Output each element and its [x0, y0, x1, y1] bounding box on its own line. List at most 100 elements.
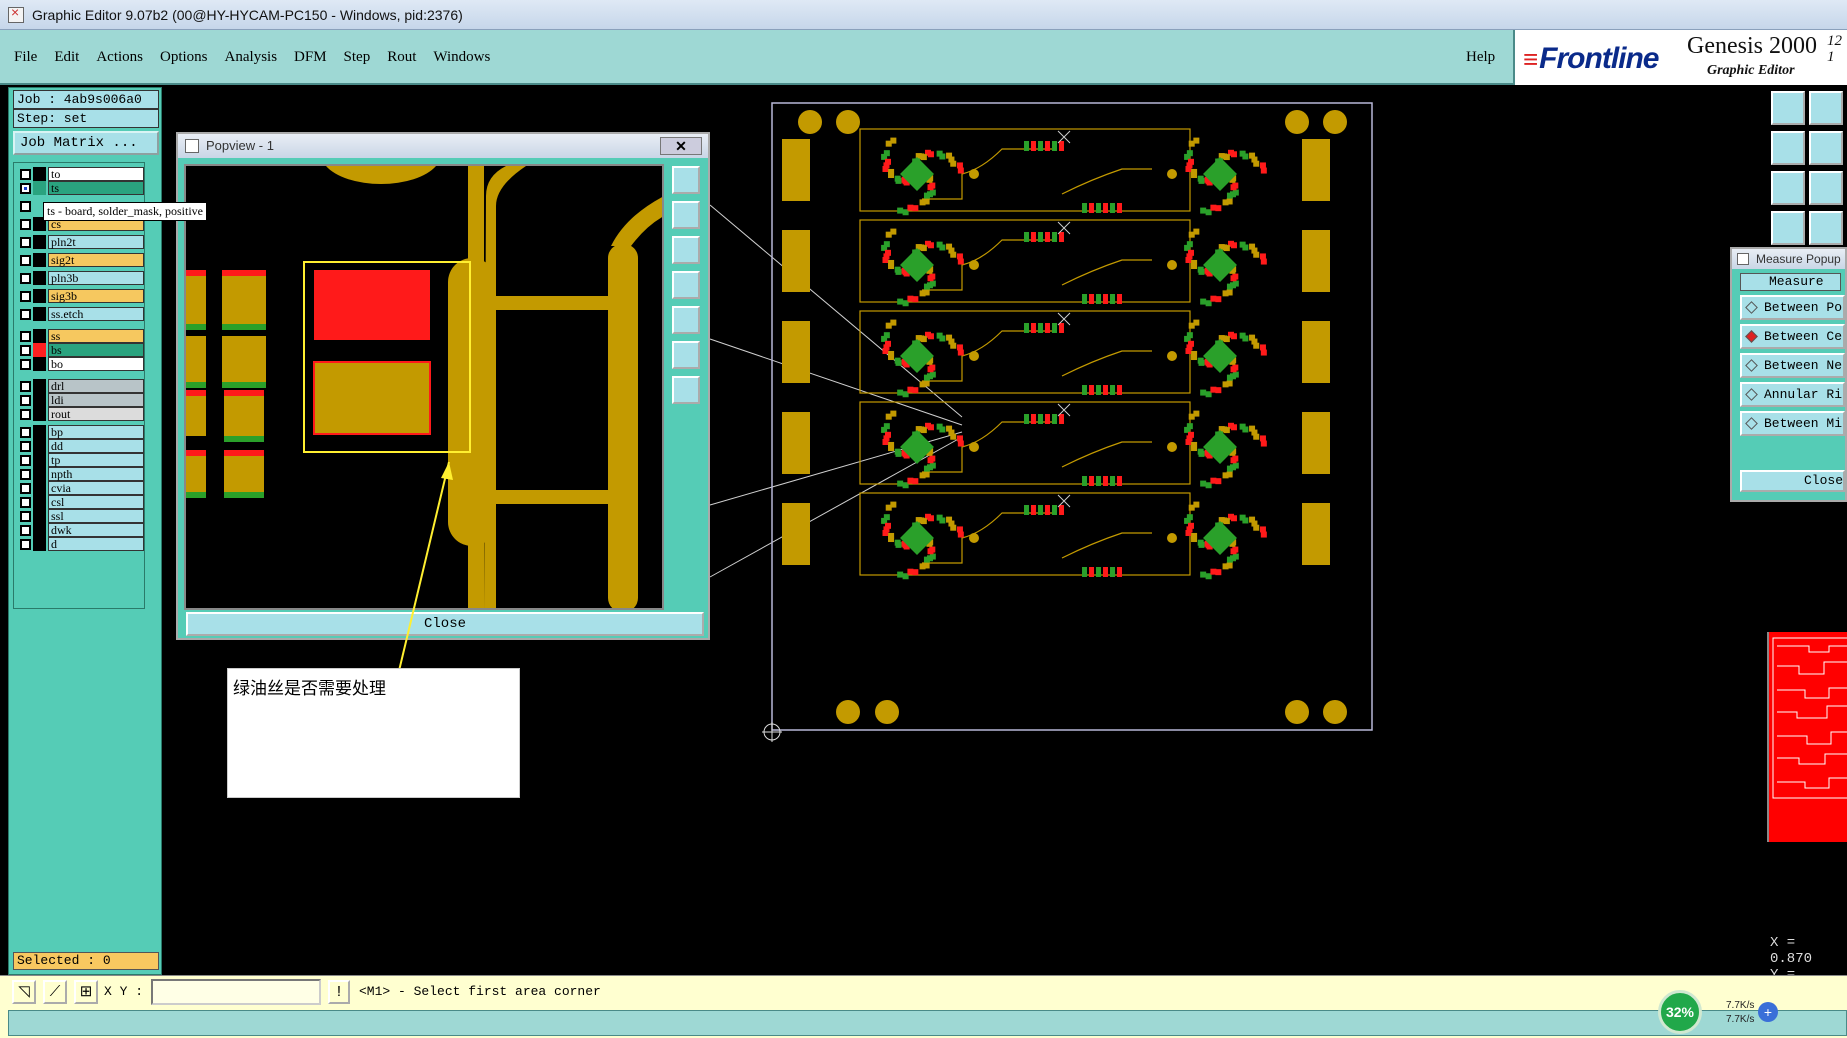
grid-icon[interactable]	[1809, 211, 1843, 245]
menu-step[interactable]: Step	[344, 49, 371, 66]
layer-checkbox[interactable]	[20, 524, 31, 536]
layer-row[interactable]: bs	[16, 343, 144, 357]
smd-pad	[950, 342, 957, 349]
layer-row[interactable]: tp	[16, 453, 144, 467]
layer-checkbox[interactable]	[20, 496, 31, 508]
xy-input[interactable]	[151, 979, 321, 1005]
network-speed-widget[interactable]: 32% 7.7K/s 7.7K/s +	[1658, 990, 1780, 1034]
smd-pad	[1200, 207, 1207, 214]
pan-down-icon[interactable]	[672, 236, 700, 264]
layer-checkbox[interactable]	[20, 482, 31, 494]
layer-row[interactable]: to	[16, 167, 144, 181]
layer-row[interactable]: npth	[16, 467, 144, 481]
layer-checkbox[interactable]	[20, 290, 31, 302]
layer-checkbox[interactable]	[20, 168, 31, 180]
layer-checkbox[interactable]	[20, 510, 31, 522]
popview-canvas[interactable]	[184, 164, 664, 610]
edge-pad	[782, 412, 810, 474]
layer-row[interactable]: bp	[16, 425, 144, 439]
layer-checkbox[interactable]	[20, 538, 31, 550]
layer-row[interactable]: ssl	[16, 509, 144, 523]
menu-actions[interactable]: Actions	[96, 49, 143, 66]
measure-close-button[interactable]: Close	[1740, 470, 1845, 492]
layer-checkbox[interactable]	[20, 200, 31, 212]
measure-icon[interactable]	[1771, 211, 1805, 245]
layer-checkbox[interactable]	[20, 426, 31, 438]
layer-row[interactable]: csl	[16, 495, 144, 509]
pan-right-icon[interactable]	[672, 306, 700, 334]
layer-row[interactable]: sig3b	[16, 289, 144, 303]
layer-checkbox[interactable]	[20, 468, 31, 480]
layer-checkbox[interactable]	[20, 330, 31, 342]
layer-checkbox[interactable]	[20, 272, 31, 284]
menu-options[interactable]: Options	[160, 49, 208, 66]
measure-option[interactable]: Between Ne	[1740, 353, 1845, 378]
smd-pad	[883, 514, 890, 521]
layer-checkbox[interactable]	[20, 440, 31, 452]
layer-checkbox[interactable]	[20, 380, 31, 392]
menu-edit[interactable]: Edit	[54, 49, 79, 66]
view-down-icon[interactable]	[1809, 91, 1843, 125]
layer-checkbox[interactable]	[20, 344, 31, 356]
layer-checkbox[interactable]	[20, 394, 31, 406]
layer-row[interactable]: drl	[16, 379, 144, 393]
layer-row[interactable]: rout	[16, 407, 144, 421]
menu-windows[interactable]: Windows	[433, 49, 490, 66]
view-up-icon[interactable]	[1771, 91, 1805, 125]
minimap[interactable]	[1767, 632, 1847, 842]
view-right-icon[interactable]	[1809, 131, 1843, 165]
menu-help[interactable]: Help	[1466, 49, 1495, 66]
measure-option[interactable]: Between Mi	[1740, 411, 1845, 436]
zoom-in-icon[interactable]	[1771, 171, 1805, 205]
layer-row[interactable]: ss	[16, 329, 144, 343]
pan-up-icon[interactable]	[672, 201, 700, 229]
snap-grid-icon[interactable]: ⊞	[74, 980, 98, 1004]
menu-file[interactable]: File	[14, 49, 37, 66]
menu-rout[interactable]: Rout	[387, 49, 416, 66]
layer-checkbox[interactable]	[20, 218, 31, 230]
pan-left-icon[interactable]	[672, 271, 700, 299]
layer-row[interactable]: cvia	[16, 481, 144, 495]
zoom-fit-icon[interactable]	[672, 166, 700, 194]
layer-row[interactable]: ss.etch	[16, 307, 144, 321]
layer-row[interactable]: bo	[16, 357, 144, 371]
layer-checkbox[interactable]	[20, 408, 31, 420]
select-tool-icon[interactable]: ◹	[12, 980, 36, 1004]
resistor-pad	[1024, 232, 1029, 242]
layer-row[interactable]: sig2t	[16, 253, 144, 267]
popview-close-button[interactable]: Close	[186, 612, 704, 636]
layer-row[interactable]: pln3b	[16, 271, 144, 285]
layer-checkbox[interactable]	[20, 358, 31, 370]
zoom-in-icon[interactable]	[672, 341, 700, 369]
resistor-pad	[1052, 505, 1057, 515]
layer-checkbox[interactable]	[20, 454, 31, 466]
info-icon[interactable]: !	[328, 980, 350, 1004]
plus-icon[interactable]: +	[1758, 1002, 1778, 1022]
measure-tool-icon[interactable]: ⟋	[43, 980, 67, 1004]
measure-option[interactable]: Annular Ri	[1740, 382, 1845, 407]
layer-checkbox[interactable]	[20, 236, 31, 248]
menu-dfm[interactable]: DFM	[294, 49, 327, 66]
measure-option[interactable]: Between Po	[1740, 295, 1845, 320]
zoom-out-icon[interactable]	[1809, 171, 1843, 205]
layer-row[interactable]: d	[16, 537, 144, 551]
job-matrix-button[interactable]: Job Matrix ...	[13, 131, 159, 155]
popview-close-x-button[interactable]: ✕	[660, 137, 702, 155]
measure-option[interactable]: Between Ce	[1740, 324, 1845, 349]
layer-row[interactable]: ldi	[16, 393, 144, 407]
layer-name: sig2t	[48, 253, 144, 267]
layer-checkbox[interactable]	[20, 182, 31, 194]
layer-swatch	[33, 329, 46, 343]
resistor-pad	[1117, 294, 1122, 304]
smd-pad	[907, 477, 914, 484]
zoom-out-icon[interactable]	[672, 376, 700, 404]
layer-checkbox[interactable]	[20, 308, 31, 320]
layer-row[interactable]: dwk	[16, 523, 144, 537]
menu-analysis[interactable]: Analysis	[225, 49, 278, 66]
layer-row[interactable]: ts	[16, 181, 144, 195]
smd-pad	[1197, 175, 1204, 182]
layer-row[interactable]: dd	[16, 439, 144, 453]
layer-row[interactable]: pln2t	[16, 235, 144, 249]
view-left-icon[interactable]	[1771, 131, 1805, 165]
layer-checkbox[interactable]	[20, 254, 31, 266]
